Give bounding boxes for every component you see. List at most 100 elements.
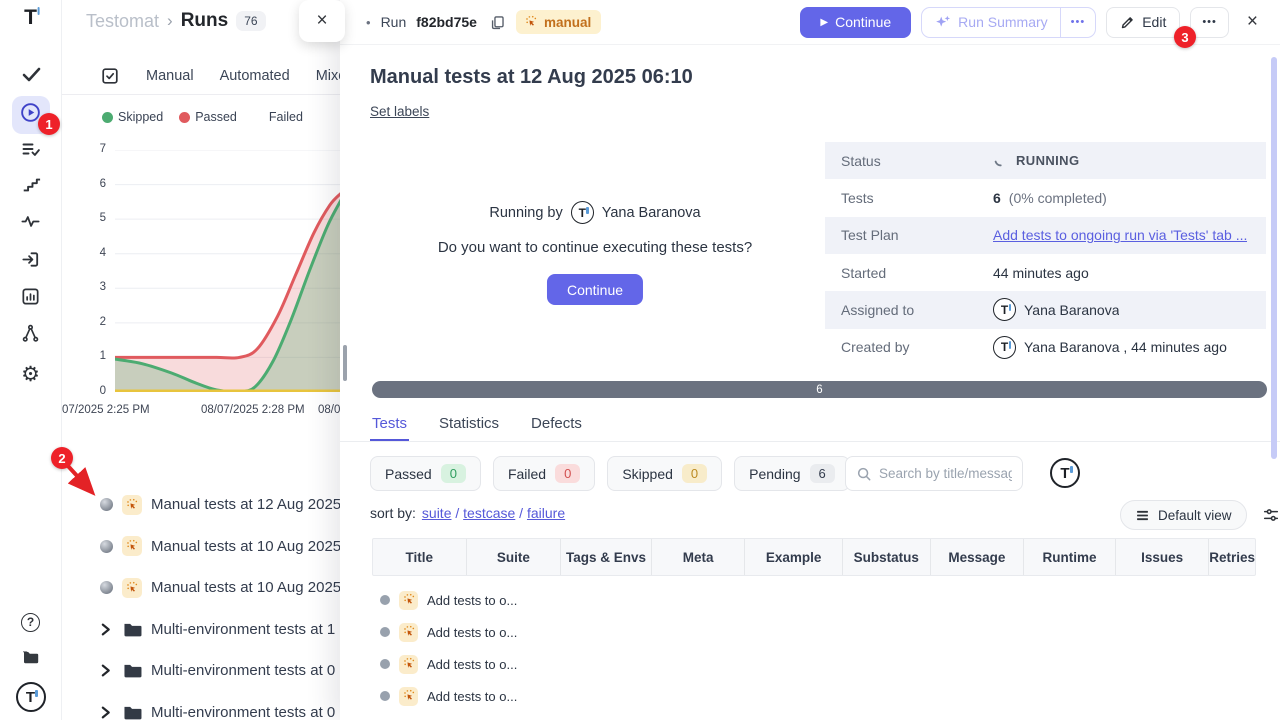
detail-tabs: Tests Statistics Defects bbox=[340, 409, 1280, 442]
status-filter-button[interactable]: Pending 6 bbox=[734, 456, 850, 491]
table-column-header[interactable]: Issues bbox=[1116, 539, 1210, 575]
sidebar-item-branches[interactable] bbox=[12, 317, 50, 355]
continue-prompt-button[interactable]: Continue bbox=[547, 274, 643, 305]
activity-icon bbox=[20, 211, 41, 237]
sidebar-item-projects[interactable] bbox=[12, 640, 50, 678]
runs-filter-tab[interactable]: Manual bbox=[146, 68, 194, 84]
search-input[interactable] bbox=[879, 466, 1012, 481]
sort-link[interactable]: failure bbox=[527, 505, 565, 521]
sidebar-item-analytics[interactable] bbox=[12, 280, 50, 318]
run-status-icon bbox=[100, 540, 113, 553]
info-row-started: Started 44 minutes ago bbox=[825, 254, 1266, 291]
default-view-button[interactable]: Default view bbox=[1120, 500, 1247, 530]
running-by-label: Running by bbox=[489, 205, 562, 221]
chevron-right-icon[interactable] bbox=[100, 706, 111, 719]
close-panel-button[interactable]: × bbox=[299, 0, 345, 42]
table-row[interactable]: Add tests to o... bbox=[372, 584, 1256, 616]
set-labels-link[interactable]: Set labels bbox=[370, 104, 429, 119]
detail-tab[interactable]: Tests bbox=[370, 409, 409, 441]
testomat-logo[interactable]: T bbox=[24, 6, 37, 30]
table-column-header[interactable]: Tags & Envs bbox=[561, 539, 652, 575]
sidebar-item-help[interactable]: ? bbox=[12, 603, 50, 641]
creator-name: Yana Baranova , 44 minutes ago bbox=[1024, 339, 1227, 355]
sidebar-item-import[interactable] bbox=[12, 243, 50, 281]
run-item-label: Manual tests at 10 Aug 2025 bbox=[151, 538, 340, 555]
table-column-header[interactable]: Retries bbox=[1209, 539, 1255, 575]
chevron-right-icon[interactable] bbox=[100, 623, 111, 636]
breadcrumb: Testomat › Runs 76 bbox=[86, 10, 266, 32]
run-list-item[interactable]: Multi-environment tests at 0 bbox=[62, 650, 340, 692]
run-list-item[interactable]: Manual tests at 10 Aug 2025 bbox=[62, 567, 340, 609]
table-column-header[interactable]: Title bbox=[373, 539, 467, 575]
table-column-header[interactable]: Example bbox=[745, 539, 843, 575]
run-item-label: Manual tests at 12 Aug 2025 bbox=[151, 496, 340, 513]
status-value: RUNNING bbox=[1016, 153, 1079, 168]
manual-test-icon bbox=[399, 687, 418, 706]
table-row[interactable]: Add tests to o... bbox=[372, 712, 1256, 718]
branch-icon bbox=[20, 323, 41, 349]
sidebar-item-tests[interactable] bbox=[12, 57, 50, 95]
table-column-header[interactable]: Runtime bbox=[1024, 539, 1116, 575]
sort-link[interactable]: testcase bbox=[463, 505, 515, 521]
run-list-item[interactable]: Manual tests at 10 Aug 2025 bbox=[62, 526, 340, 568]
table-column-header[interactable]: Message bbox=[931, 539, 1025, 575]
bulk-select-icon[interactable] bbox=[100, 66, 120, 86]
status-filter-button[interactable]: Skipped 0 bbox=[607, 456, 722, 491]
column-settings-icon[interactable] bbox=[1262, 506, 1280, 524]
runs-filter-tab[interactable]: Mixed bbox=[316, 68, 340, 84]
run-status-icon bbox=[100, 581, 113, 594]
detail-panel-scrollbar[interactable] bbox=[1271, 57, 1277, 459]
run-list-item[interactable]: Multi-environment tests at 1 bbox=[62, 609, 340, 651]
table-column-header[interactable]: Meta bbox=[652, 539, 746, 575]
manual-test-icon bbox=[399, 591, 418, 610]
detail-tab[interactable]: Defects bbox=[529, 409, 584, 441]
legend-item: Failed bbox=[253, 110, 303, 124]
chart-y-axis: 01234567 bbox=[76, 150, 106, 392]
folder-icon bbox=[123, 704, 142, 720]
pending-status-dot bbox=[380, 691, 390, 701]
sort-link[interactable]: suite bbox=[422, 505, 452, 521]
status-filter-button[interactable]: Failed 0 bbox=[493, 456, 595, 491]
table-column-header[interactable]: Suite bbox=[467, 539, 562, 575]
run-summary-button[interactable]: Run Summary bbox=[922, 8, 1059, 37]
list-view-icon bbox=[1135, 508, 1150, 523]
breadcrumb-page: Runs bbox=[181, 10, 229, 32]
test-title: Add tests to o... bbox=[427, 689, 517, 704]
copy-icon[interactable] bbox=[489, 14, 506, 31]
tests-table-header: TitleSuiteTags & EnvsMetaExampleSubstatu… bbox=[372, 538, 1256, 576]
view-controls: Default view bbox=[1120, 500, 1280, 530]
manual-cursor-icon bbox=[523, 14, 539, 30]
close-icon[interactable]: × bbox=[1241, 11, 1264, 33]
sidebar-item-pulse[interactable] bbox=[12, 205, 50, 243]
manual-run-icon bbox=[122, 495, 142, 515]
tests-count: 6 bbox=[993, 190, 1001, 206]
table-row[interactable]: Add tests to o... bbox=[372, 648, 1256, 680]
detail-tab[interactable]: Statistics bbox=[437, 409, 501, 441]
more-actions-button[interactable]: ••• bbox=[1190, 7, 1229, 38]
table-row[interactable]: Add tests to o... bbox=[372, 680, 1256, 712]
runs-type-tabs: Manual Automated Mixed bbox=[62, 58, 340, 95]
filter-count-badge: 0 bbox=[555, 464, 580, 483]
edit-button[interactable]: Edit bbox=[1106, 7, 1180, 38]
sidebar-item-test-plans[interactable] bbox=[12, 132, 50, 170]
run-list-item[interactable]: Multi-environment tests at 0 bbox=[62, 692, 340, 720]
run-summary-more-button[interactable]: ••• bbox=[1061, 8, 1096, 37]
sidebar-item-milestones[interactable] bbox=[12, 168, 50, 206]
sidebar-user-avatar[interactable]: T bbox=[12, 678, 50, 716]
run-item-label: Multi-environment tests at 0 bbox=[151, 704, 335, 720]
filter-user-avatar[interactable]: T bbox=[1050, 458, 1080, 488]
table-column-header[interactable]: Substatus bbox=[843, 539, 931, 575]
chevron-right-icon[interactable] bbox=[100, 664, 111, 677]
breadcrumb-project[interactable]: Testomat bbox=[86, 11, 159, 32]
test-plan-link[interactable]: Add tests to ongoing run via 'Tests' tab… bbox=[993, 227, 1247, 243]
runs-filter-tab[interactable]: Automated bbox=[220, 68, 290, 84]
manual-test-icon bbox=[399, 655, 418, 674]
run-id: f82bd75e bbox=[416, 14, 477, 30]
runs-panel-scrollbar[interactable] bbox=[343, 345, 347, 381]
sidebar-item-settings[interactable]: ⚙ bbox=[12, 355, 50, 393]
table-row[interactable]: Add tests to o... bbox=[372, 616, 1256, 648]
status-filter-button[interactable]: Passed 0 bbox=[370, 456, 481, 491]
assignee-avatar: T bbox=[993, 298, 1016, 321]
continue-button[interactable]: ▶ Continue bbox=[800, 7, 911, 38]
list-check-icon bbox=[20, 138, 42, 165]
